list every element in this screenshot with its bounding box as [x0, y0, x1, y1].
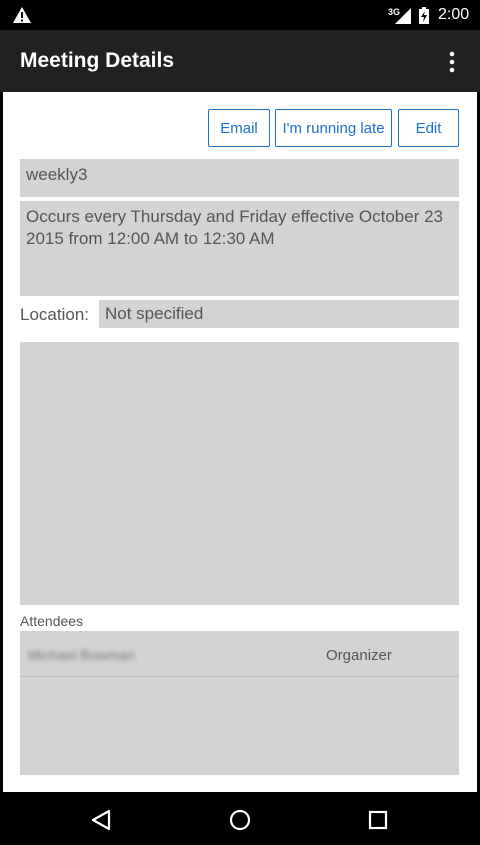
- page-title: Meeting Details: [20, 49, 175, 72]
- location-field: Not specified: [99, 300, 459, 328]
- list-item[interactable]: Michael Bowman Organizer: [20, 631, 459, 677]
- notes-field: [20, 342, 459, 605]
- recents-icon[interactable]: [368, 810, 388, 830]
- email-button[interactable]: Email: [208, 109, 270, 147]
- more-vert-icon[interactable]: [444, 50, 460, 74]
- attendees-label: Attendees: [20, 613, 84, 629]
- subject-field: weekly3: [20, 159, 459, 197]
- attendees-list: Michael Bowman Organizer: [20, 631, 459, 775]
- location-label: Location:: [20, 305, 89, 324]
- back-icon[interactable]: [90, 809, 112, 831]
- status-time: 2:00: [438, 6, 470, 23]
- running-late-button[interactable]: I'm running late: [275, 109, 392, 147]
- warning-icon: [13, 7, 31, 23]
- meeting-details-panel: Email I'm running late Edit weekly3 Occu…: [3, 92, 477, 792]
- recurrence-field: Occurs every Thursday and Friday effecti…: [20, 201, 459, 296]
- app-bar: Meeting Details: [0, 30, 480, 92]
- home-icon[interactable]: [228, 808, 252, 832]
- attendee-role: Organizer: [326, 647, 392, 664]
- edit-button[interactable]: Edit: [398, 109, 459, 147]
- attendee-name: Michael Bowman: [28, 647, 135, 663]
- battery-icon: [419, 7, 429, 24]
- status-bar: 3G 2:00: [0, 0, 480, 30]
- navigation-bar: [0, 793, 480, 845]
- signal-icon: [395, 8, 411, 24]
